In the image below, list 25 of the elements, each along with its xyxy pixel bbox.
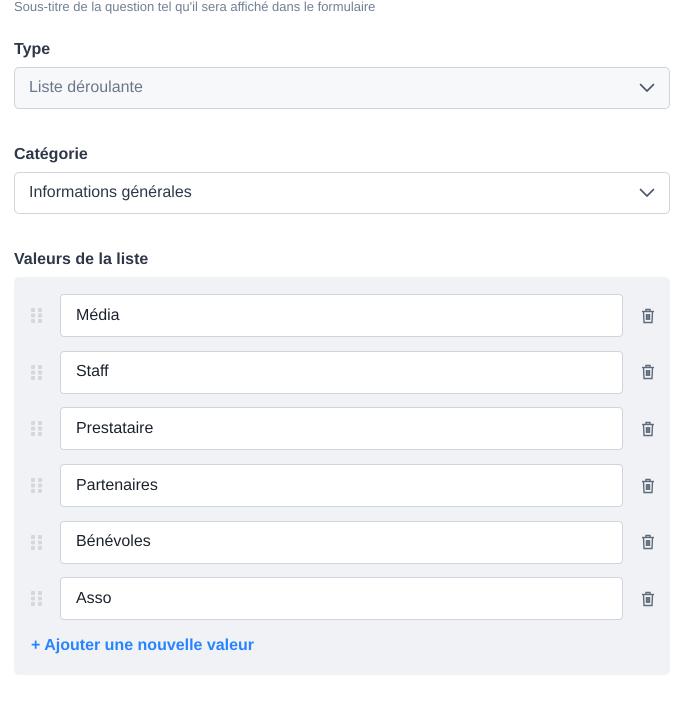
drag-handle-icon[interactable] <box>31 591 42 606</box>
chevron-down-icon <box>639 83 655 93</box>
value-input[interactable]: Asso <box>60 577 623 620</box>
drag-handle-icon[interactable] <box>31 534 42 550</box>
field-label: Valeurs de la liste <box>14 250 150 270</box>
trash-icon[interactable] <box>641 534 655 550</box>
drag-handle-icon[interactable] <box>31 478 42 494</box>
value-input[interactable]: Prestataire <box>60 407 623 450</box>
trash-icon[interactable] <box>641 420 655 437</box>
value-input[interactable]: Partenaires <box>60 464 623 508</box>
chevron-down-icon <box>639 188 655 198</box>
field-label: Type <box>14 40 52 60</box>
field-label: Catégorie <box>14 145 89 165</box>
drag-handle-icon[interactable] <box>31 364 42 380</box>
field-hint: Sous-titre de la question tel qu'il sera affiché dans le formulaire <box>14 0 376 14</box>
drag-handle-icon[interactable] <box>31 421 42 436</box>
select-field[interactable]: Informations générales <box>14 172 670 214</box>
drag-handle-icon[interactable] <box>31 308 42 323</box>
value-input[interactable]: Bénévoles <box>60 520 623 564</box>
value-input[interactable]: Média <box>60 294 623 337</box>
trash-icon[interactable] <box>641 308 655 324</box>
trash-icon[interactable] <box>641 590 655 607</box>
trash-icon[interactable] <box>641 364 655 380</box>
value-input[interactable]: Staff <box>60 350 623 394</box>
trash-icon[interactable] <box>641 478 655 494</box>
